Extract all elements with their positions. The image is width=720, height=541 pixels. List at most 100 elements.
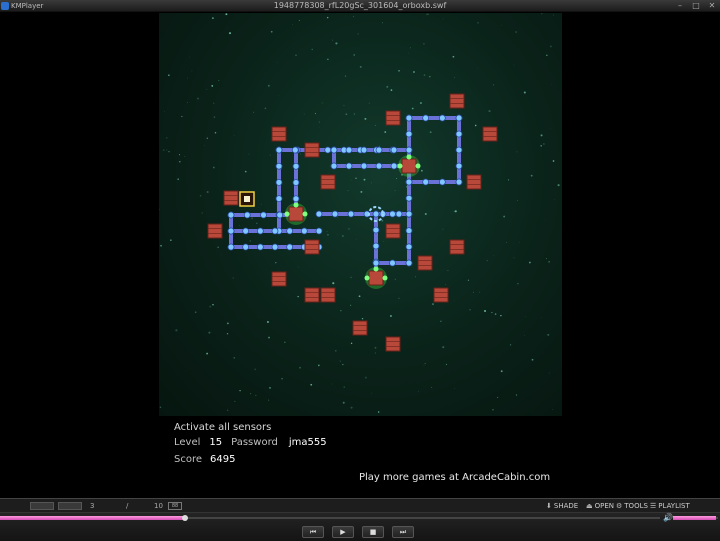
star	[162, 149, 165, 151]
previous-button[interactable]: ⏮	[302, 526, 324, 538]
star	[477, 67, 478, 69]
brick-block	[482, 126, 498, 142]
promo-link[interactable]: Play more games at ArcadeCabin.com	[359, 472, 550, 483]
brick-block	[433, 287, 449, 303]
list-icon: ☰	[650, 502, 657, 510]
star	[381, 22, 383, 24]
sensor-light	[302, 211, 308, 217]
track-node	[405, 114, 413, 122]
star	[479, 291, 481, 293]
track-node	[375, 162, 383, 170]
star	[541, 13, 543, 15]
maximize-button[interactable]: □	[690, 1, 702, 11]
star	[350, 276, 352, 279]
star	[335, 42, 338, 45]
star	[206, 352, 209, 355]
star	[345, 113, 348, 116]
track-node	[345, 146, 353, 154]
star	[548, 372, 550, 374]
playlist-button[interactable]: ☰ PLAYLIST	[650, 502, 690, 510]
track-node	[331, 210, 339, 218]
star	[260, 203, 262, 205]
star	[350, 342, 353, 345]
star	[226, 27, 228, 29]
star	[314, 113, 316, 115]
track-node	[315, 210, 323, 218]
track-node	[389, 210, 396, 218]
tools-button[interactable]: ⚙ TOOLS	[616, 502, 648, 510]
star	[484, 309, 487, 313]
star	[510, 344, 512, 346]
star	[197, 97, 199, 100]
star	[212, 17, 214, 20]
star	[353, 54, 355, 56]
level-label: Level	[174, 437, 201, 448]
star	[382, 241, 384, 242]
star	[343, 105, 345, 107]
objective-text: Activate all sensors	[174, 422, 272, 433]
track-node	[242, 243, 250, 251]
seek-handle[interactable]	[181, 515, 188, 521]
star	[506, 242, 507, 243]
shade-button[interactable]: ⬇ SHADE	[546, 502, 578, 510]
play-button[interactable]: ▶	[332, 526, 354, 538]
star	[181, 115, 183, 118]
star	[255, 394, 257, 396]
star	[494, 313, 497, 315]
star	[477, 22, 479, 24]
seek-bar[interactable]: 🔊	[0, 513, 720, 522]
star	[317, 364, 320, 367]
star	[327, 233, 329, 236]
star	[353, 113, 355, 115]
sensor-light	[415, 163, 421, 169]
track-node	[389, 259, 396, 267]
track-node	[405, 194, 413, 202]
brick-block	[304, 239, 320, 255]
track-node	[372, 210, 380, 218]
star	[256, 222, 258, 225]
speaker-icon[interactable]: 🔊	[663, 513, 673, 522]
star	[226, 322, 229, 325]
star	[248, 153, 250, 155]
track-node	[455, 162, 463, 170]
star	[384, 131, 387, 133]
minimize-button[interactable]: –	[674, 1, 686, 11]
star	[474, 124, 477, 127]
star	[213, 116, 216, 118]
star	[331, 383, 333, 385]
stop-button[interactable]: ■	[362, 526, 384, 538]
star	[423, 74, 426, 76]
track-node	[345, 162, 353, 170]
volume-level[interactable]	[673, 516, 716, 520]
brick-block	[271, 271, 287, 287]
star	[227, 409, 229, 411]
star	[503, 215, 506, 218]
star	[159, 208, 160, 210]
star	[445, 284, 446, 285]
track-node	[292, 195, 300, 203]
star	[386, 85, 389, 88]
star	[513, 64, 515, 66]
eject-icon: ⏏	[586, 502, 593, 510]
star	[445, 363, 447, 365]
star	[253, 111, 255, 113]
track-node	[372, 242, 380, 250]
close-button[interactable]: ✕	[706, 1, 718, 11]
next-button[interactable]: ⏭	[392, 526, 414, 538]
brick-block	[417, 255, 433, 271]
open-button[interactable]: ⏏ OPEN	[586, 502, 614, 510]
star	[299, 366, 301, 369]
game-canvas[interactable]	[159, 13, 562, 416]
score-value: 6495	[210, 454, 236, 465]
star	[326, 230, 328, 232]
track-node	[455, 146, 463, 154]
game-info-panel: Activate all sensors Level 15 Password j…	[159, 416, 562, 498]
track-node	[275, 195, 283, 203]
star	[513, 257, 515, 259]
star	[318, 121, 321, 123]
download-icon: ⬇	[546, 502, 552, 510]
game-board[interactable]	[159, 13, 562, 416]
star	[228, 32, 232, 35]
star	[523, 335, 525, 336]
star	[409, 47, 412, 49]
